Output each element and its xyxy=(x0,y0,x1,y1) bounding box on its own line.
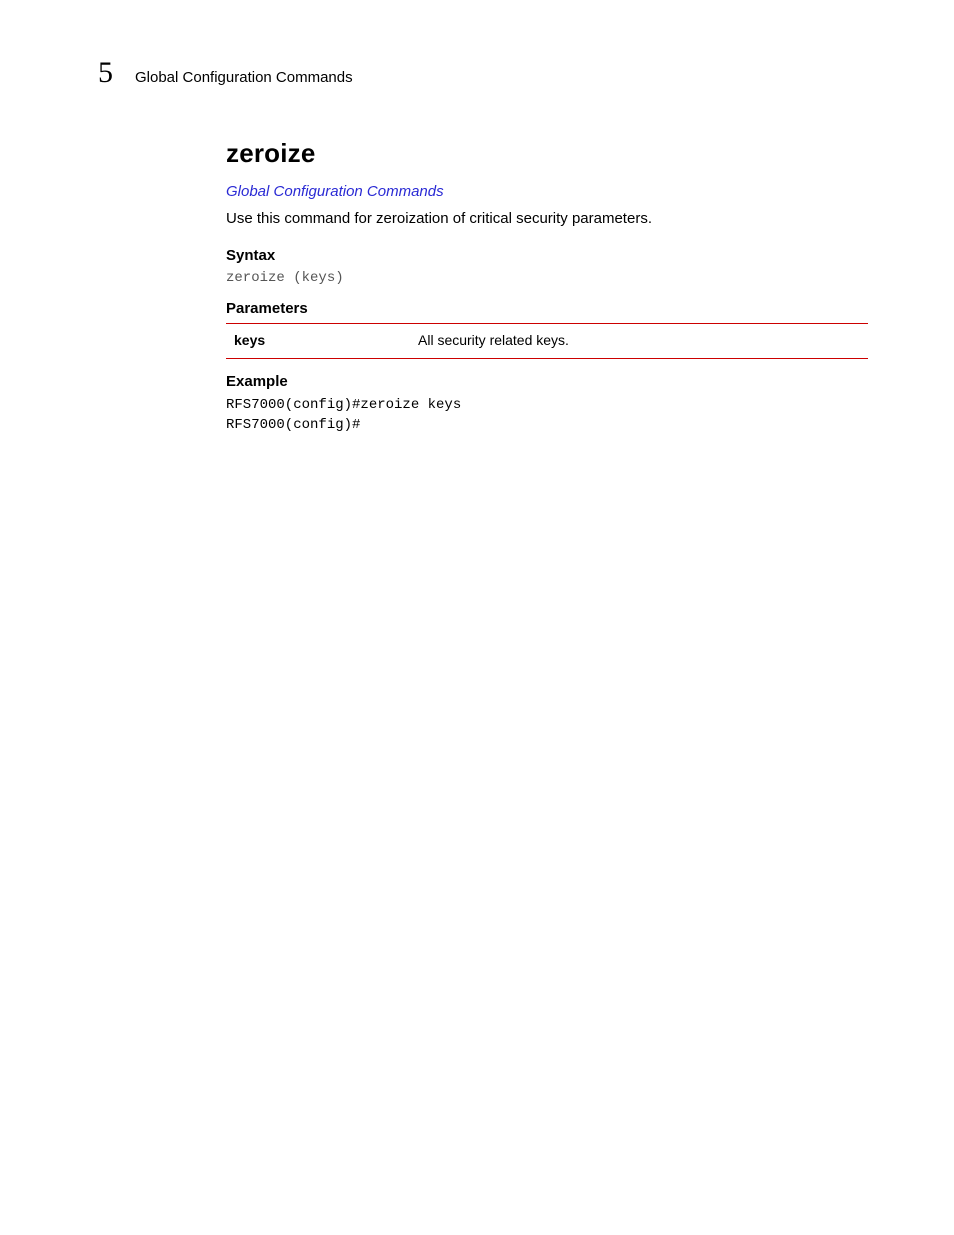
chapter-title: Global Configuration Commands xyxy=(135,69,353,86)
command-heading: zeroize xyxy=(226,138,868,169)
breadcrumb-link[interactable]: Global Configuration Commands xyxy=(226,183,444,200)
example-heading: Example xyxy=(226,373,868,390)
chapter-number: 5 xyxy=(98,56,113,90)
running-head: 5 Global Configuration Commands xyxy=(98,56,868,90)
syntax-heading: Syntax xyxy=(226,247,868,264)
table-row: keys All security related keys. xyxy=(226,324,868,359)
parameters-heading: Parameters xyxy=(226,300,868,317)
content-body: zeroize Global Configuration Commands Us… xyxy=(226,138,868,435)
param-desc: All security related keys. xyxy=(410,324,868,359)
page: 5 Global Configuration Commands zeroize … xyxy=(0,0,954,1235)
parameters-table: keys All security related keys. xyxy=(226,323,868,359)
syntax-code: zeroize (keys) xyxy=(226,270,868,286)
param-name: keys xyxy=(226,324,410,359)
command-description: Use this command for zeroization of crit… xyxy=(226,209,868,229)
example-code: RFS7000(config)#zeroize keys RFS7000(con… xyxy=(226,396,868,435)
